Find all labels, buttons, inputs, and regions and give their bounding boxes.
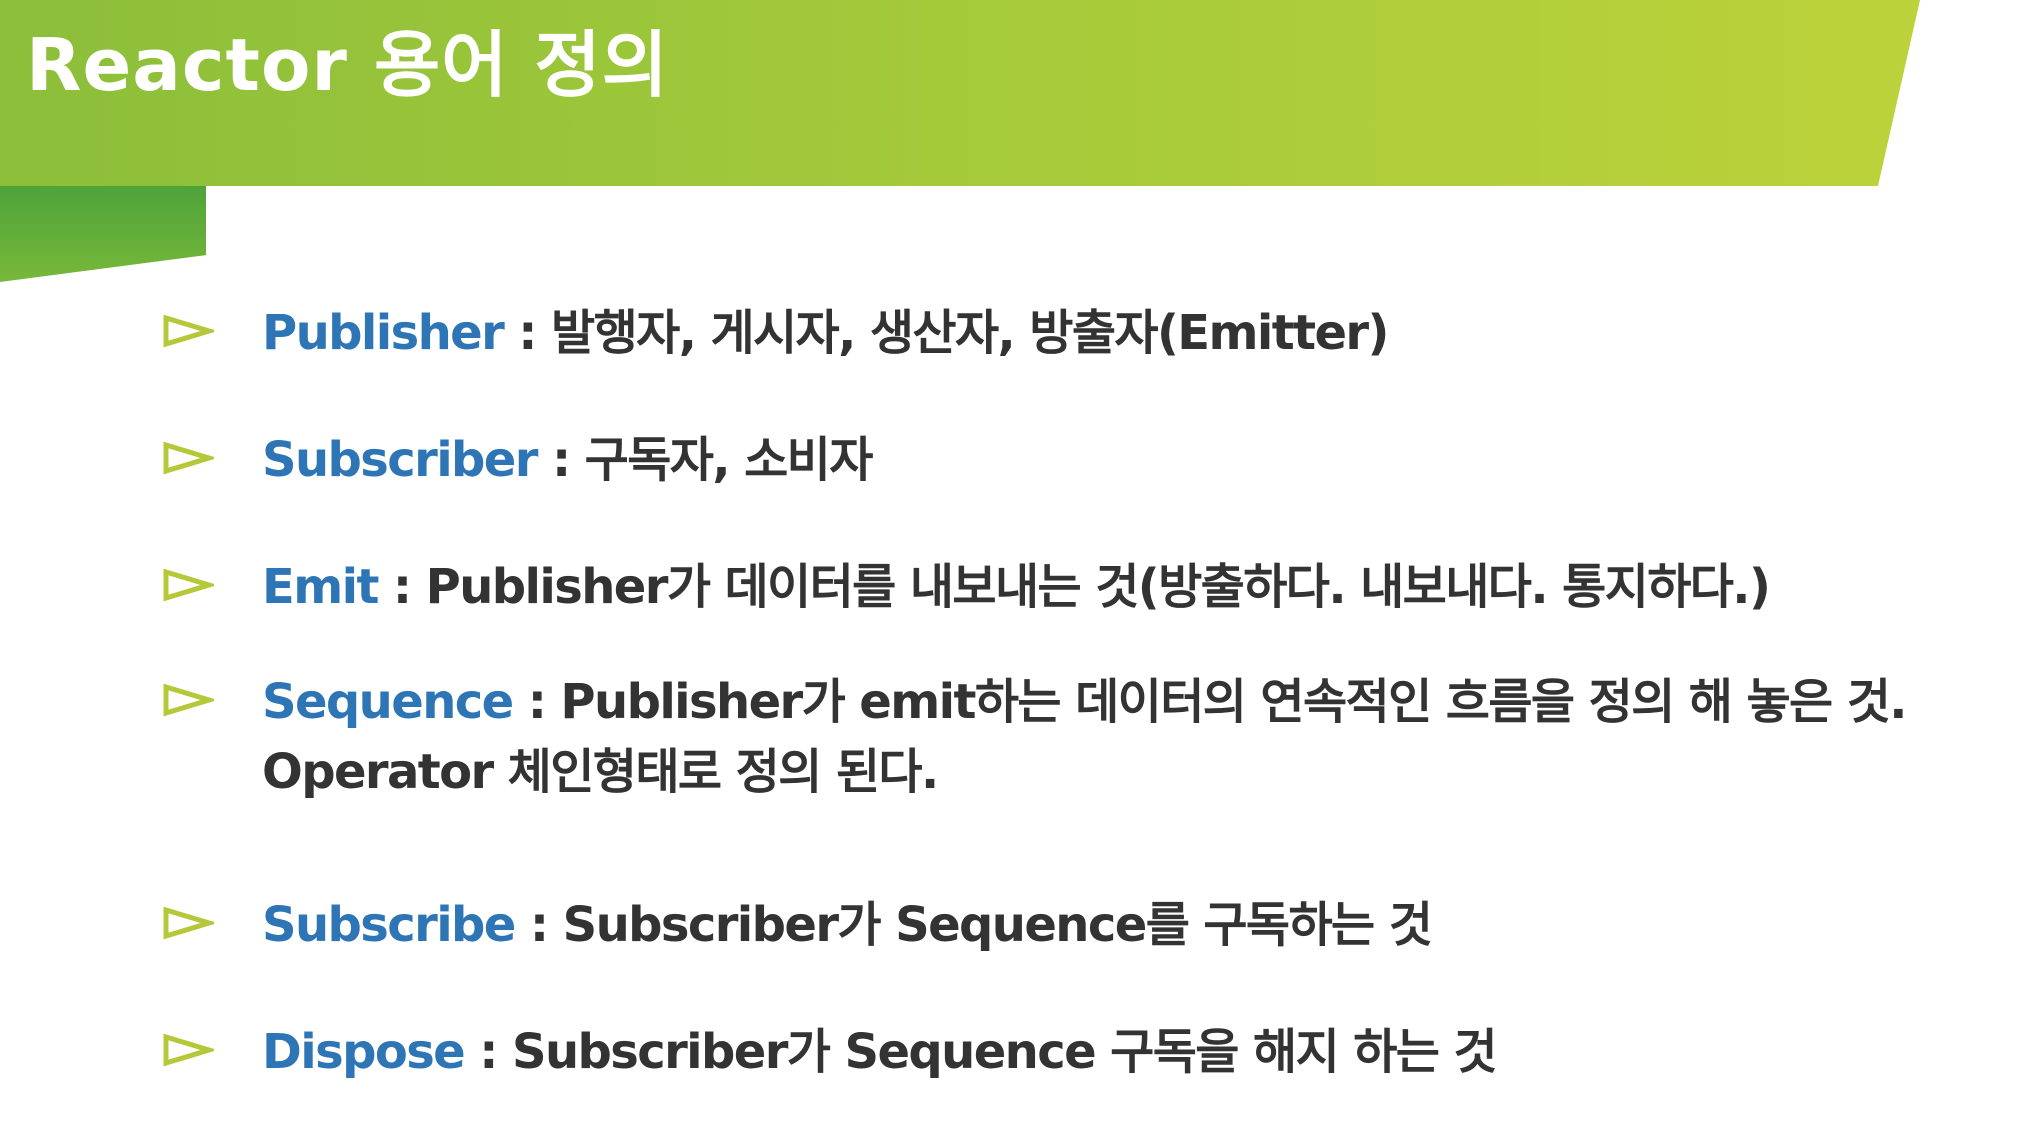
term-definition: Subscriber가 Sequence를 구독하는 것	[562, 897, 1433, 953]
term-definition-continued: Operator 체인형태로 정의 된다.	[262, 744, 939, 800]
term-separator: :	[536, 432, 585, 488]
term-label: Publisher	[262, 305, 505, 361]
term-separator: :	[464, 1024, 512, 1080]
term-label: Sequence	[262, 674, 514, 730]
term-label: Dispose	[262, 1024, 466, 1080]
triangle-outline-bullet-icon	[162, 1033, 214, 1067]
definition-text: Publisher : 발행자, 게시자, 생산자, 방출자(Emitter)	[262, 298, 1962, 368]
term-separator: :	[503, 305, 552, 361]
triangle-outline-bullet-icon	[162, 441, 214, 475]
triangle-outline-bullet-icon	[162, 568, 214, 602]
term-label: Subscribe	[262, 897, 516, 953]
triangle-outline-bullet-icon	[162, 314, 214, 348]
term-separator: :	[377, 559, 426, 615]
triangle-outline-bullet-icon	[162, 906, 214, 940]
definition-text: Dispose : Subscriber가 Sequence 구독을 해지 하는…	[262, 1017, 1962, 1087]
definition-text: Sequence : Publisher가 emit하는 데이터의 연속적인 흐…	[262, 667, 1962, 807]
triangle-outline-bullet-icon	[162, 683, 214, 717]
term-definition-list: Publisher : 발행자, 게시자, 생산자, 방출자(Emitter) …	[0, 0, 2024, 1128]
definition-text: Subscribe : Subscriber가 Sequence를 구독하는 것	[262, 890, 1962, 960]
definition-text: Emit : Publisher가 데이터를 내보내는 것(방출하다. 내보내다…	[262, 552, 1962, 622]
term-label: Subscriber	[262, 432, 538, 488]
term-definition: Publisher가 데이터를 내보내는 것(방출하다. 내보내다. 통지하다.…	[425, 559, 1771, 615]
term-definition: Subscriber가 Sequence 구독을 해지 하는 것	[511, 1024, 1498, 1080]
term-definition: 구독자, 소비자	[584, 432, 874, 488]
term-definition: Publisher가 emit하는 데이터의 연속적인 흐름을 정의 해 놓은 …	[560, 674, 1907, 730]
term-separator: :	[514, 897, 563, 953]
term-separator: :	[512, 674, 561, 730]
term-label: Emit	[262, 559, 379, 615]
definition-text: Subscriber : 구독자, 소비자	[262, 425, 1962, 495]
term-definition: 발행자, 게시자, 생산자, 방출자(Emitter)	[551, 305, 1389, 361]
